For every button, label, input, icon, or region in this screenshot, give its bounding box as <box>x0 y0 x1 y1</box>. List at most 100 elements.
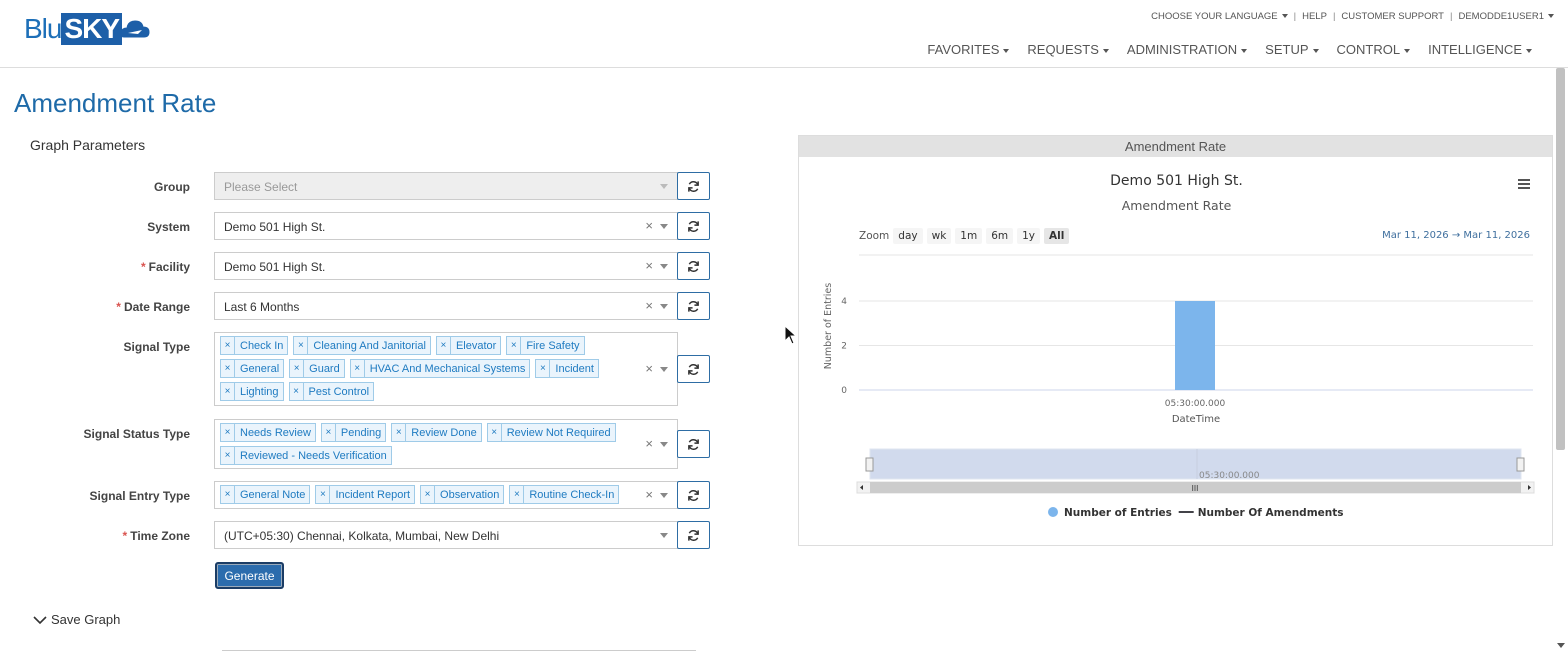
chevron-down-icon <box>660 264 668 269</box>
group-select[interactable]: Please Select <box>214 172 678 200</box>
signal-status-type-row: Signal Status Type ×Needs Review ×Pendin… <box>0 419 720 469</box>
refresh-icon <box>687 438 700 451</box>
cloud-icon <box>120 15 150 43</box>
time-zone-label: *Time Zone <box>123 529 190 543</box>
remove-tag-icon[interactable]: × <box>437 337 451 354</box>
scroll-down-icon[interactable] <box>1557 643 1565 648</box>
signal-entry-type-multiselect[interactable]: ×General Note ×Incident Report ×Observat… <box>214 481 678 509</box>
remove-tag-icon[interactable]: × <box>221 360 235 377</box>
tag: ×Check In <box>220 336 288 355</box>
tag: ×Review Not Required <box>487 423 616 442</box>
nav-setup[interactable]: SETUP <box>1265 42 1318 57</box>
graph-parameters-heading: Graph Parameters <box>30 137 145 153</box>
logo-text-blu: Blu <box>24 13 61 45</box>
refresh-icon <box>687 529 700 542</box>
tag: ×Observation <box>420 485 504 504</box>
y-tick-label: 4 <box>841 297 847 307</box>
remove-tag-icon[interactable]: × <box>322 424 336 441</box>
legend-item: Number of Entries <box>1064 507 1172 519</box>
bluesky-logo[interactable]: BluSKY <box>24 12 150 46</box>
customer-support-link[interactable]: CUSTOMER SUPPORT <box>1341 11 1444 22</box>
remove-tag-icon[interactable]: × <box>536 360 550 377</box>
system-refresh-button[interactable] <box>677 212 710 240</box>
nav-requests[interactable]: REQUESTS <box>1027 42 1109 57</box>
signal-type-multiselect[interactable]: ×Check In ×Cleaning And Janitorial ×Elev… <box>214 332 678 406</box>
nav-control[interactable]: CONTROL <box>1337 42 1411 57</box>
facility-select[interactable]: Demo 501 High St. × <box>214 252 678 280</box>
tag: ×Reviewed - Needs Verification <box>220 446 392 465</box>
tag: ×Incident <box>535 359 599 378</box>
tag: ×Review Done <box>391 423 481 442</box>
date-range-select[interactable]: Last 6 Months × <box>214 292 678 320</box>
remove-tag-icon[interactable]: × <box>294 337 308 354</box>
remove-tag-icon[interactable]: × <box>316 486 330 503</box>
clear-icon[interactable]: × <box>645 298 653 313</box>
x-axis-label: DateTime <box>1172 414 1220 425</box>
remove-tag-icon[interactable]: × <box>290 383 304 400</box>
remove-tag-icon[interactable]: × <box>221 486 235 503</box>
nav-favorites[interactable]: FAVORITES <box>927 42 1009 57</box>
nav-intelligence[interactable]: INTELLIGENCE <box>1428 42 1532 57</box>
tag: ×Routine Check-In <box>509 485 619 504</box>
chevron-down-icon <box>33 615 47 625</box>
remove-tag-icon[interactable]: × <box>392 424 406 441</box>
clear-icon[interactable]: × <box>645 436 653 451</box>
y-axis-label: Number of Entries <box>823 283 834 369</box>
clear-icon[interactable]: × <box>645 361 653 376</box>
chart-svg: 024Number of Entries05:30:00.000DateTime… <box>799 136 1554 526</box>
remove-tag-icon[interactable]: × <box>421 486 435 503</box>
remove-tag-icon[interactable]: × <box>221 424 235 441</box>
save-graph-field <box>222 650 696 654</box>
scrollbar-grip: III <box>1192 484 1199 493</box>
refresh-icon <box>687 260 700 273</box>
signal-status-type-refresh-button[interactable] <box>677 430 710 458</box>
remove-tag-icon[interactable]: × <box>221 383 235 400</box>
signal-entry-type-tags: ×General Note ×Incident Report ×Observat… <box>220 485 633 504</box>
clear-icon[interactable]: × <box>645 487 653 502</box>
remove-tag-icon[interactable]: × <box>488 424 502 441</box>
signal-status-type-label: Signal Status Type <box>84 427 190 441</box>
signal-type-refresh-button[interactable] <box>677 355 710 383</box>
remove-tag-icon[interactable]: × <box>221 337 235 354</box>
page-scrollbar[interactable] <box>1556 68 1565 450</box>
clear-icon[interactable]: × <box>645 258 653 273</box>
system-select[interactable]: Demo 501 High St. × <box>214 212 678 240</box>
time-zone-refresh-button[interactable] <box>677 521 710 549</box>
refresh-icon <box>687 220 700 233</box>
signal-entry-type-label: Signal Entry Type <box>90 489 190 503</box>
signal-status-type-tags: ×Needs Review ×Pending ×Review Done ×Rev… <box>220 423 633 465</box>
date-range-refresh-button[interactable] <box>677 292 710 320</box>
remove-tag-icon[interactable]: × <box>290 360 304 377</box>
legend-item: Number Of Amendments <box>1198 507 1344 519</box>
generate-button[interactable]: Generate <box>215 562 284 589</box>
help-link[interactable]: HELP <box>1302 11 1327 22</box>
nav-administration[interactable]: ADMINISTRATION <box>1127 42 1247 57</box>
language-selector[interactable]: CHOOSE YOUR LANGUAGE <box>1151 11 1288 22</box>
tag: ×Pending <box>321 423 386 442</box>
remove-tag-icon[interactable]: × <box>510 486 524 503</box>
group-refresh-button[interactable] <box>677 172 710 200</box>
remove-tag-icon[interactable]: × <box>351 360 365 377</box>
navigator-handle-left <box>866 458 873 471</box>
tag: ×General Note <box>220 485 310 504</box>
save-graph-toggle[interactable]: Save Graph <box>33 612 120 627</box>
tag: ×General <box>220 359 284 378</box>
facility-refresh-button[interactable] <box>677 252 710 280</box>
mouse-cursor <box>784 325 798 350</box>
system-label: System <box>147 220 190 234</box>
signal-status-type-multiselect[interactable]: ×Needs Review ×Pending ×Review Done ×Rev… <box>214 419 678 469</box>
refresh-icon <box>687 363 700 376</box>
tag: ×Pest Control <box>289 382 375 401</box>
remove-tag-icon[interactable]: × <box>221 447 235 464</box>
date-range-row: *Date Range Last 6 Months × <box>0 292 720 320</box>
remove-tag-icon[interactable]: × <box>507 337 521 354</box>
refresh-icon <box>687 489 700 502</box>
tag: ×Lighting <box>220 382 284 401</box>
signal-entry-type-refresh-button[interactable] <box>677 481 710 509</box>
time-zone-select[interactable]: (UTC+05:30) Chennai, Kolkata, Mumbai, Ne… <box>214 521 678 549</box>
refresh-icon <box>687 180 700 193</box>
user-menu[interactable]: DEMODDE1USER1 <box>1458 11 1554 22</box>
x-tick-label: 05:30:00.000 <box>1165 399 1226 409</box>
y-tick-label: 2 <box>841 342 847 352</box>
clear-icon[interactable]: × <box>645 218 653 233</box>
